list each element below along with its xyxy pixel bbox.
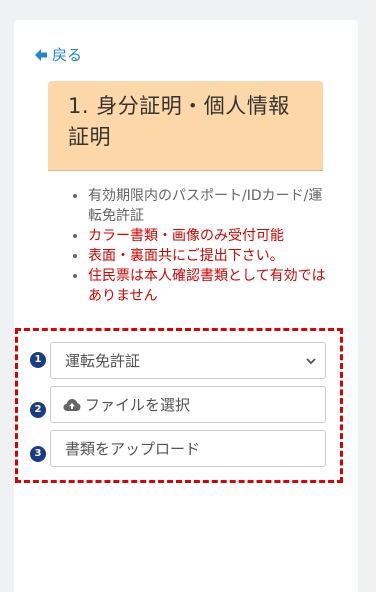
upload-document-label: 書類をアップロード [65, 440, 201, 458]
note-item: 有効期限内のパスポート/IDカード/運転免許証 [88, 186, 328, 226]
upload-document-button[interactable]: 書類をアップロード [50, 430, 326, 467]
choose-file-label: ファイルを選択 [85, 396, 191, 414]
document-type-value: 運転免許証 [65, 352, 141, 370]
requirements-list: 有効期限内のパスポート/IDカード/運転免許証 カラー書類・画像のみ受付可能 表… [48, 186, 328, 306]
step-badge-2: 2 [30, 402, 46, 418]
note-item: 表面・裏面共にご提出下さい。 [88, 246, 328, 266]
note-item: カラー書類・画像のみ受付可能 [88, 226, 328, 246]
back-link[interactable]: 戻る [34, 44, 82, 65]
cloud-upload-icon [63, 398, 81, 411]
section-title: 1. 身分証明・個人情報証明 [48, 81, 323, 171]
choose-file-button[interactable]: ファイルを選択 [50, 386, 326, 423]
upload-form: 1 運転免許証 2 ファイルを選択 3 書類をアップロード [15, 328, 343, 483]
back-link-label: 戻る [52, 46, 83, 64]
step-badge-1: 1 [30, 352, 46, 368]
arrow-left-icon [35, 48, 47, 61]
chevron-down-icon [306, 357, 316, 364]
document-type-select[interactable]: 運転免許証 [50, 342, 326, 379]
note-item: 住民票は本人確認書類として有効ではありません [88, 266, 328, 306]
step-badge-3: 3 [30, 446, 46, 462]
